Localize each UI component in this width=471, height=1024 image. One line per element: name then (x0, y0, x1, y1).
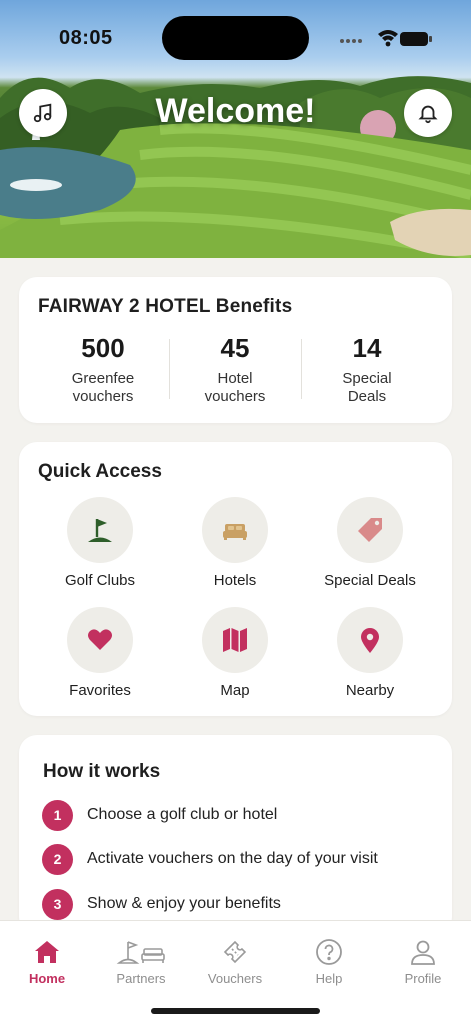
home-indicator (151, 1008, 320, 1014)
step-number: 2 (42, 843, 73, 875)
partners-icon (116, 941, 165, 964)
ticket-icon (223, 940, 247, 964)
dynamic-island (162, 16, 309, 60)
quick-hotels[interactable]: Hotels (165, 497, 305, 589)
how-it-works-title: How it works (43, 761, 161, 782)
benefits-title: FAIRWAY 2 HOTEL Benefits (38, 296, 293, 317)
quick-special-deals[interactable]: Special Deals (300, 497, 440, 589)
qa-label: Nearby (345, 682, 395, 699)
tag-icon (358, 518, 382, 542)
stat-greenfee: 500 Greenfee vouchers (37, 333, 169, 406)
qa-icon-circle (67, 497, 133, 563)
stat-hotel: 45 Hotel vouchers (169, 333, 301, 406)
tab-partners[interactable]: Partners (94, 937, 188, 986)
stat-label: Greenfee vouchers (71, 370, 135, 405)
how-it-works-card: How it works 1 Choose a golf club or hot… (19, 735, 452, 935)
step-number: 3 (42, 888, 73, 920)
quick-favorites[interactable]: Favorites (30, 607, 170, 699)
wifi-icon (378, 30, 398, 47)
quick-access-title: Quick Access (38, 461, 162, 482)
quick-golf-clubs[interactable]: Golf Clubs (30, 497, 170, 589)
step-text: Show & enjoy your benefits (87, 895, 281, 912)
qa-icon-circle (337, 497, 403, 563)
battery-icon (400, 32, 432, 46)
stat-value: 500 (81, 333, 125, 363)
stat-deals: 14 Special Deals (301, 333, 433, 406)
step-item: 1 Choose a golf club or hotel (42, 799, 277, 831)
location-pin-icon (361, 628, 379, 653)
fairway-image (0, 110, 471, 258)
signal-icon (340, 39, 362, 43)
quick-access-card: Quick Access Golf Clubs Hotels Special D… (19, 442, 452, 716)
qa-label: Map (220, 682, 250, 699)
tab-vouchers[interactable]: Vouchers (188, 937, 282, 986)
status-icons (340, 30, 432, 47)
stat-label: Special Deals (342, 370, 392, 405)
help-icon (316, 939, 342, 965)
tab-profile[interactable]: Profile (376, 937, 470, 986)
step-text: Activate vouchers on the day of your vis… (87, 850, 378, 867)
tab-label: Vouchers (207, 971, 263, 986)
step-item: 3 Show & enjoy your benefits (42, 888, 281, 920)
step-text: Choose a golf club or hotel (87, 806, 278, 823)
qa-label: Hotels (213, 572, 257, 589)
quick-map[interactable]: Map (165, 607, 305, 699)
bell-icon (418, 105, 438, 124)
tab-label: Help (315, 971, 343, 986)
person-icon (411, 940, 435, 965)
map-icon (223, 628, 247, 652)
tab-label: Partners (116, 971, 166, 986)
hero-banner: 08:05 Welcome! (0, 0, 471, 258)
status-time: 08:05 (59, 27, 113, 49)
tab-label: Profile (404, 971, 442, 986)
qa-icon-circle (202, 607, 268, 673)
home-icon (35, 941, 59, 963)
golf-flag-icon (88, 519, 112, 542)
qa-label: Golf Clubs (64, 572, 136, 589)
heart-icon (88, 629, 112, 650)
qa-label: Special Deals (324, 572, 416, 589)
tab-help[interactable]: Help (282, 937, 376, 986)
tab-label: Home (28, 971, 66, 986)
tab-home[interactable]: Home (0, 937, 94, 986)
stat-value: 45 (220, 333, 250, 363)
step-item: 2 Activate vouchers on the day of your v… (42, 843, 378, 875)
qa-icon-circle (202, 497, 268, 563)
welcome-title: Welcome! (155, 92, 316, 130)
quick-nearby[interactable]: Nearby (300, 607, 440, 699)
step-number: 1 (42, 799, 73, 831)
stat-value: 14 (352, 333, 382, 363)
qa-icon-circle (67, 607, 133, 673)
benefits-card: FAIRWAY 2 HOTEL Benefits 500 Greenfee vo… (19, 277, 452, 423)
stat-label: Hotel vouchers (204, 370, 266, 405)
qa-icon-circle (337, 607, 403, 673)
qa-label: Favorites (69, 682, 131, 699)
notifications-button[interactable] (404, 89, 452, 137)
bed-icon (223, 524, 247, 540)
